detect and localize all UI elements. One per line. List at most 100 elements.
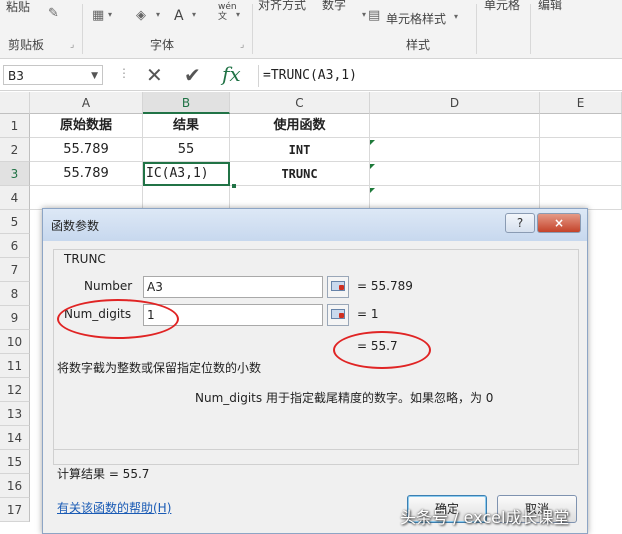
fill-color-icon[interactable]: ◈ xyxy=(136,8,146,23)
dialog-launcher-icon[interactable]: ⌟ xyxy=(240,40,244,50)
chevron-down-icon[interactable]: ▼ xyxy=(91,66,98,86)
error-indicator[interactable] xyxy=(370,188,375,193)
chevron-down-icon[interactable]: ▾ xyxy=(454,12,458,21)
row-header-3[interactable]: 3 xyxy=(0,162,30,186)
annotation-circle-result xyxy=(333,331,431,369)
number-button[interactable]: 数字 xyxy=(322,0,346,13)
arg-result-number: = 55.789 xyxy=(357,279,413,293)
cell-a1[interactable]: 原始数据 xyxy=(30,114,143,138)
row-header-15[interactable]: 15 xyxy=(0,450,30,474)
ribbon-divider xyxy=(476,4,477,54)
cell-c4[interactable] xyxy=(230,186,370,210)
cell-e4[interactable] xyxy=(540,186,622,210)
fill-handle[interactable] xyxy=(232,184,236,188)
cell-a3[interactable]: 55.789 xyxy=(30,162,143,186)
cell-b2[interactable]: 55 xyxy=(143,138,230,162)
function-arguments-dialog: 函数参数 ? × TRUNC Number A3 = 55.789 Num_di… xyxy=(42,208,588,534)
collapse-dialog-icon[interactable] xyxy=(327,304,349,326)
dialog-launcher-icon[interactable]: ⌟ xyxy=(70,40,74,50)
row-header-16[interactable]: 16 xyxy=(0,474,30,498)
cell-d1[interactable] xyxy=(370,114,540,138)
row-header-1[interactable]: 1 xyxy=(0,114,30,138)
select-all-corner[interactable] xyxy=(0,92,30,114)
row-header-7[interactable]: 7 xyxy=(0,258,30,282)
column-header-a[interactable]: A xyxy=(30,92,143,114)
column-header-d[interactable]: D xyxy=(370,92,540,114)
row-header-14[interactable]: 14 xyxy=(0,426,30,450)
function-help-link[interactable]: 有关该函数的帮助(H) xyxy=(57,499,171,516)
phonetic-icon[interactable]: wén 文 xyxy=(218,2,237,22)
cell-style-icon[interactable]: ▤ xyxy=(368,8,380,23)
row-header-6[interactable]: 6 xyxy=(0,234,30,258)
alignment-button[interactable]: 对齐方式 xyxy=(258,0,306,13)
number-input[interactable]: A3 xyxy=(143,276,323,298)
column-header-c[interactable]: C xyxy=(230,92,370,114)
row-header-8[interactable]: 8 xyxy=(0,282,30,306)
cells-button[interactable]: 单元格 xyxy=(484,0,520,13)
grip-icon: ⋮ xyxy=(118,66,130,80)
insert-function-icon[interactable]: fx xyxy=(222,62,241,86)
ribbon-divider xyxy=(82,4,83,54)
paste-button[interactable]: 粘贴 xyxy=(6,0,30,15)
row-header-4[interactable]: 4 xyxy=(0,186,30,210)
chevron-down-icon[interactable]: ▾ xyxy=(192,10,196,19)
cell-c3[interactable]: TRUNC xyxy=(230,162,370,186)
dialog-title-bar[interactable]: 函数参数 ? × xyxy=(43,209,587,241)
divider xyxy=(53,449,579,450)
cell-c1[interactable]: 使用函数 xyxy=(230,114,370,138)
chevron-down-icon[interactable]: ▾ xyxy=(362,10,366,19)
cell-e1[interactable] xyxy=(540,114,622,138)
row-header-13[interactable]: 13 xyxy=(0,402,30,426)
name-box-value: B3 xyxy=(8,69,24,83)
styles-group-label: 样式 xyxy=(406,38,431,52)
name-box[interactable]: B3 ▼ xyxy=(3,65,103,85)
cell-c2[interactable]: INT xyxy=(230,138,370,162)
calculation-result: 计算结果 = 55.7 xyxy=(57,467,150,481)
dialog-title: 函数参数 xyxy=(51,219,100,233)
column-header-b[interactable]: B xyxy=(143,92,230,114)
help-button[interactable]: ? xyxy=(505,213,535,233)
row-header-10[interactable]: 10 xyxy=(0,330,30,354)
cell-style-button[interactable]: 单元格样式 xyxy=(386,10,446,27)
cell-d4[interactable] xyxy=(370,186,540,210)
cell-b4[interactable] xyxy=(143,186,230,210)
error-indicator[interactable] xyxy=(370,164,375,169)
row-header-9[interactable]: 9 xyxy=(0,306,30,330)
format-painter-icon[interactable]: ✎ xyxy=(48,6,59,21)
watermark: 头条号 / excel成长课堂 xyxy=(400,508,570,527)
row-header-11[interactable]: 11 xyxy=(0,354,30,378)
row-header-12[interactable]: 12 xyxy=(0,378,30,402)
function-name: TRUNC xyxy=(64,252,106,266)
cell-d2[interactable] xyxy=(370,138,540,162)
editing-button[interactable]: 编辑 xyxy=(538,0,562,13)
argument-help-text: Num_digits 用于指定截尾精度的数字。如果忽略，为 0 xyxy=(195,391,494,405)
cell-b1[interactable]: 结果 xyxy=(143,114,230,138)
cell-a2[interactable]: 55.789 xyxy=(30,138,143,162)
cell-a4[interactable] xyxy=(30,186,143,210)
row-header-5[interactable]: 5 xyxy=(0,210,30,234)
collapse-dialog-icon[interactable] xyxy=(327,276,349,298)
cancel-icon[interactable]: ✕ xyxy=(146,63,163,87)
column-header-e[interactable]: E xyxy=(540,92,622,114)
border-icon[interactable]: ▦ xyxy=(92,8,104,23)
font-color-icon[interactable]: A xyxy=(174,8,184,24)
chevron-down-icon[interactable]: ▾ xyxy=(108,10,112,19)
close-button[interactable]: × xyxy=(537,213,581,233)
formula-bar: B3 ▼ ⋮ ✕ ✔ fx =TRUNC(A3,1) xyxy=(0,62,622,91)
arg-label-number: Number xyxy=(84,279,133,293)
cell-b3-active[interactable]: IC(A3,1) xyxy=(143,162,230,186)
error-indicator[interactable] xyxy=(370,140,375,145)
cell-e3[interactable] xyxy=(540,162,622,186)
enter-icon[interactable]: ✔ xyxy=(184,63,201,87)
clipboard-group-label: 剪贴板 xyxy=(8,38,45,52)
row-header-17[interactable]: 17 xyxy=(0,498,30,522)
row-header-2[interactable]: 2 xyxy=(0,138,30,162)
annotation-circle-num-digits xyxy=(57,299,179,339)
function-description: 将数字截为整数或保留指定位数的小数 xyxy=(57,361,262,375)
chevron-down-icon[interactable]: ▾ xyxy=(236,10,240,19)
cell-e2[interactable] xyxy=(540,138,622,162)
cell-d3[interactable] xyxy=(370,162,540,186)
ribbon-divider xyxy=(530,4,531,54)
chevron-down-icon[interactable]: ▾ xyxy=(156,10,160,19)
formula-input[interactable]: =TRUNC(A3,1) xyxy=(258,65,622,87)
